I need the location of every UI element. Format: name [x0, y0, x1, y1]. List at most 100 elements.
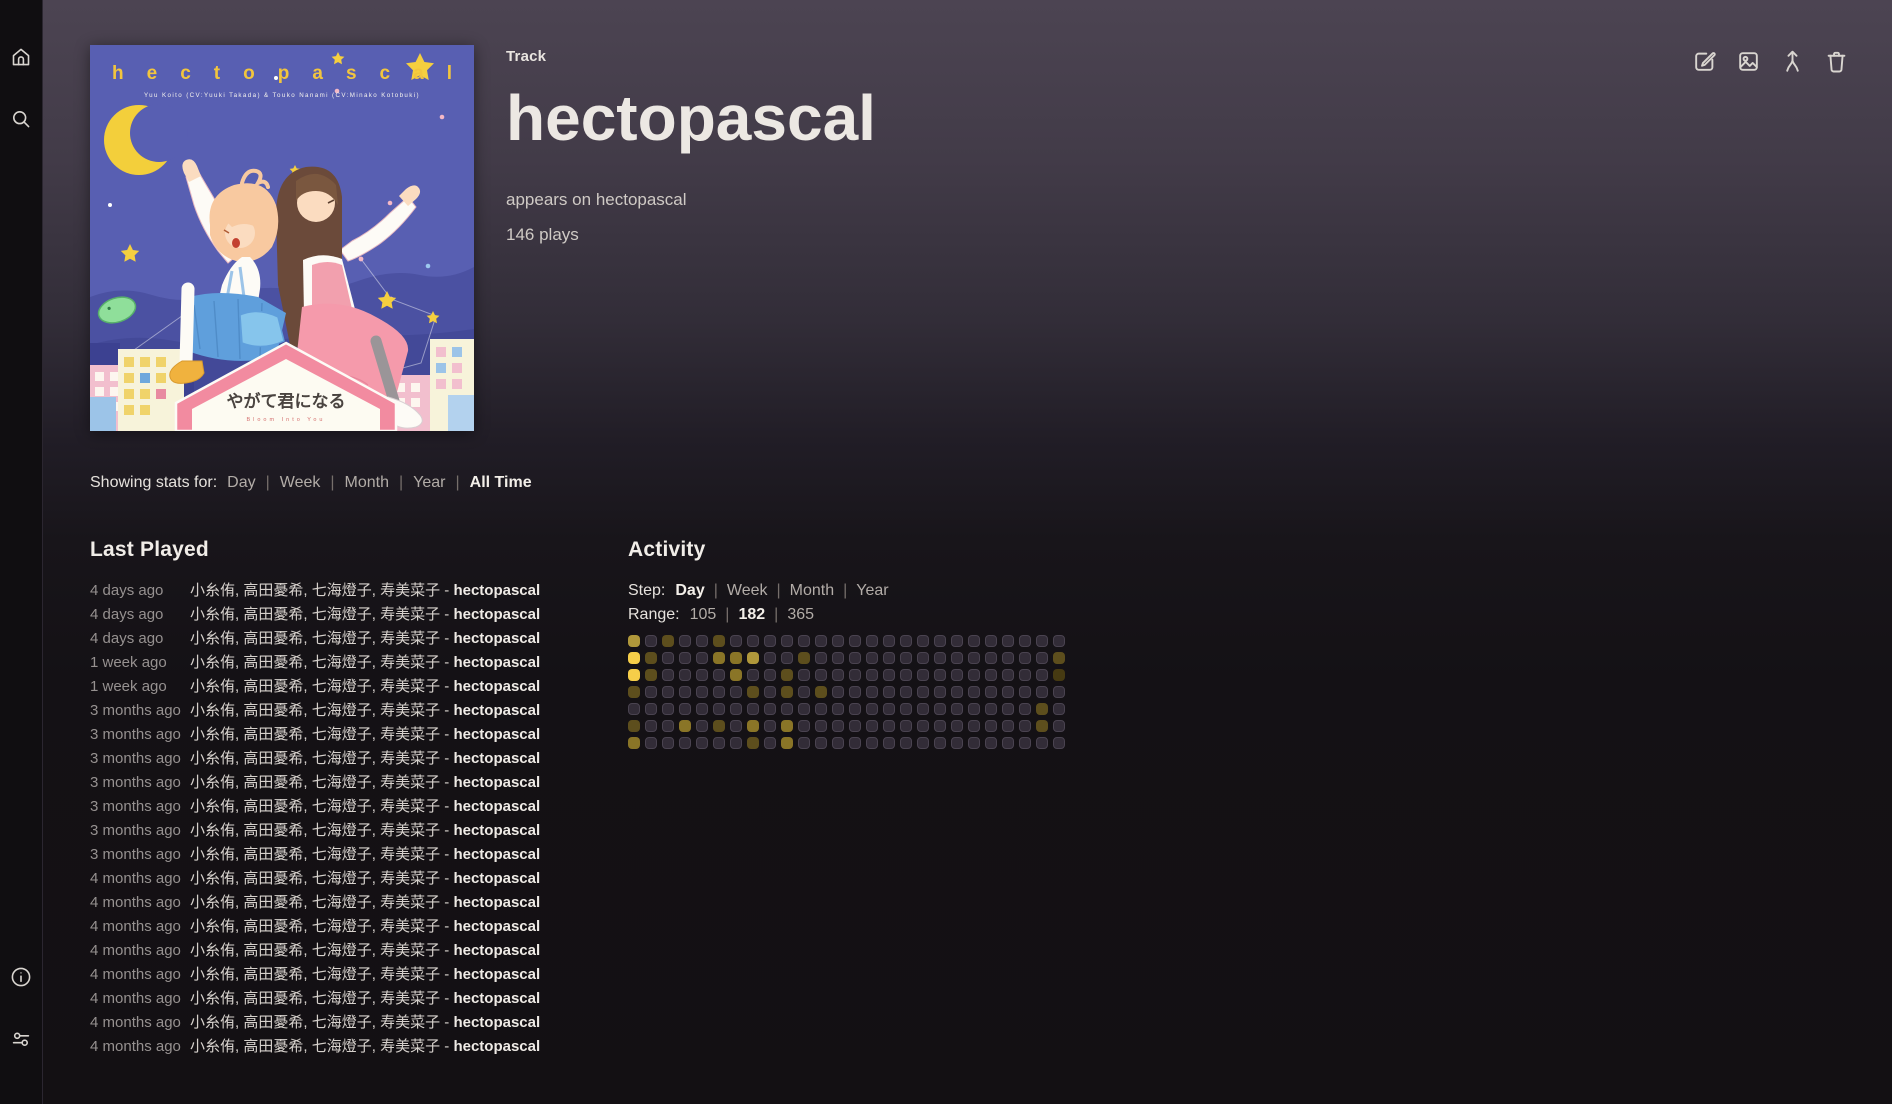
artist-link[interactable]: 小糸侑	[190, 966, 235, 983]
artist-link[interactable]: 高田憂希	[243, 630, 303, 647]
artist-link[interactable]: 小糸侑	[190, 894, 235, 911]
artist-link[interactable]: 高田憂希	[243, 1014, 303, 1031]
artist-link[interactable]: 寿美菜子	[380, 678, 440, 695]
artist-link[interactable]: 寿美菜子	[380, 726, 440, 743]
artist-link[interactable]: 寿美菜子	[380, 846, 440, 863]
artist-link[interactable]: 高田憂希	[243, 846, 303, 863]
artist-link[interactable]: 寿美菜子	[380, 918, 440, 935]
artist-link[interactable]: 寿美菜子	[380, 990, 440, 1007]
artist-link[interactable]: 七海燈子	[312, 894, 372, 911]
artist-link[interactable]: 七海燈子	[312, 966, 372, 983]
track-link[interactable]: hectopascal	[453, 870, 540, 887]
track-link[interactable]: hectopascal	[453, 798, 540, 815]
track-link[interactable]: hectopascal	[453, 726, 540, 743]
track-link[interactable]: hectopascal	[453, 1014, 540, 1031]
track-link[interactable]: hectopascal	[453, 582, 540, 599]
track-link[interactable]: hectopascal	[453, 846, 540, 863]
info-button[interactable]	[6, 962, 36, 992]
artist-link[interactable]: 七海燈子	[312, 870, 372, 887]
stats-option-week[interactable]: Week	[280, 474, 321, 491]
artist-link[interactable]: 小糸侑	[190, 726, 235, 743]
artist-link[interactable]: 小糸侑	[190, 822, 235, 839]
artist-link[interactable]: 七海燈子	[312, 942, 372, 959]
artist-link[interactable]: 小糸侑	[190, 702, 235, 719]
artist-link[interactable]: 七海燈子	[312, 582, 372, 599]
artist-link[interactable]: 高田憂希	[243, 990, 303, 1007]
artist-link[interactable]: 小糸侑	[190, 846, 235, 863]
artist-link[interactable]: 小糸侑	[190, 774, 235, 791]
artist-link[interactable]: 高田憂希	[243, 774, 303, 791]
artist-link[interactable]: 七海燈子	[312, 654, 372, 671]
artist-link[interactable]: 七海燈子	[312, 1038, 372, 1055]
artist-link[interactable]: 高田憂希	[243, 726, 303, 743]
artist-link[interactable]: 高田憂希	[243, 918, 303, 935]
track-link[interactable]: hectopascal	[453, 918, 540, 935]
artist-link[interactable]: 高田憂希	[243, 966, 303, 983]
track-link[interactable]: hectopascal	[453, 966, 540, 983]
artist-link[interactable]: 小糸侑	[190, 582, 235, 599]
track-link[interactable]: hectopascal	[453, 774, 540, 791]
artist-link[interactable]: 寿美菜子	[380, 774, 440, 791]
search-button[interactable]	[6, 104, 36, 134]
artist-link[interactable]: 小糸侑	[190, 942, 235, 959]
track-link[interactable]: hectopascal	[453, 1038, 540, 1055]
artist-link[interactable]: 小糸侑	[190, 798, 235, 815]
track-link[interactable]: hectopascal	[453, 654, 540, 671]
artist-link[interactable]: 寿美菜子	[380, 654, 440, 671]
artist-link[interactable]: 高田憂希	[243, 822, 303, 839]
step-option-day[interactable]: Day	[675, 582, 704, 599]
track-link[interactable]: hectopascal	[453, 750, 540, 767]
artist-link[interactable]: 高田憂希	[243, 942, 303, 959]
album-link[interactable]: hectopascal	[596, 190, 687, 209]
range-option-105[interactable]: 105	[690, 606, 717, 623]
artist-link[interactable]: 小糸侑	[190, 870, 235, 887]
artist-link[interactable]: 小糸侑	[190, 750, 235, 767]
track-link[interactable]: hectopascal	[453, 990, 540, 1007]
range-option-182[interactable]: 182	[738, 606, 765, 623]
artist-link[interactable]: 七海燈子	[312, 750, 372, 767]
artist-link[interactable]: 高田憂希	[243, 702, 303, 719]
artist-link[interactable]: 寿美菜子	[380, 702, 440, 719]
stats-option-day[interactable]: Day	[227, 474, 255, 491]
artist-link[interactable]: 寿美菜子	[380, 822, 440, 839]
artist-link[interactable]: 小糸侑	[190, 1038, 235, 1055]
step-option-month[interactable]: Month	[790, 582, 834, 599]
artist-link[interactable]: 七海燈子	[312, 1014, 372, 1031]
artist-link[interactable]: 寿美菜子	[380, 1014, 440, 1031]
artist-link[interactable]: 小糸侑	[190, 918, 235, 935]
artist-link[interactable]: 七海燈子	[312, 678, 372, 695]
stats-option-all-time[interactable]: All Time	[470, 474, 532, 491]
artist-link[interactable]: 寿美菜子	[380, 1038, 440, 1055]
artist-link[interactable]: 七海燈子	[312, 630, 372, 647]
edit-button[interactable]	[1691, 48, 1718, 75]
artist-link[interactable]: 寿美菜子	[380, 798, 440, 815]
artist-link[interactable]: 寿美菜子	[380, 750, 440, 767]
artist-link[interactable]: 七海燈子	[312, 990, 372, 1007]
stats-option-month[interactable]: Month	[345, 474, 389, 491]
artist-link[interactable]: 高田憂希	[243, 678, 303, 695]
home-button[interactable]	[6, 42, 36, 72]
step-option-week[interactable]: Week	[727, 582, 768, 599]
artist-link[interactable]: 寿美菜子	[380, 942, 440, 959]
artist-link[interactable]: 七海燈子	[312, 798, 372, 815]
track-link[interactable]: hectopascal	[453, 678, 540, 695]
artist-link[interactable]: 小糸侑	[190, 990, 235, 1007]
artist-link[interactable]: 寿美菜子	[380, 582, 440, 599]
artist-link[interactable]: 小糸侑	[190, 678, 235, 695]
track-link[interactable]: hectopascal	[453, 606, 540, 623]
track-link[interactable]: hectopascal	[453, 894, 540, 911]
step-option-year[interactable]: Year	[856, 582, 888, 599]
artist-link[interactable]: 小糸侑	[190, 630, 235, 647]
artist-link[interactable]: 高田憂希	[243, 654, 303, 671]
artist-link[interactable]: 高田憂希	[243, 870, 303, 887]
artist-link[interactable]: 寿美菜子	[380, 606, 440, 623]
track-link[interactable]: hectopascal	[453, 702, 540, 719]
range-option-365[interactable]: 365	[787, 606, 814, 623]
artist-link[interactable]: 高田憂希	[243, 1038, 303, 1055]
track-link[interactable]: hectopascal	[453, 630, 540, 647]
artist-link[interactable]: 寿美菜子	[380, 870, 440, 887]
settings-button[interactable]	[6, 1024, 36, 1054]
artist-link[interactable]: 寿美菜子	[380, 894, 440, 911]
artist-link[interactable]: 高田憂希	[243, 750, 303, 767]
artist-link[interactable]: 七海燈子	[312, 702, 372, 719]
